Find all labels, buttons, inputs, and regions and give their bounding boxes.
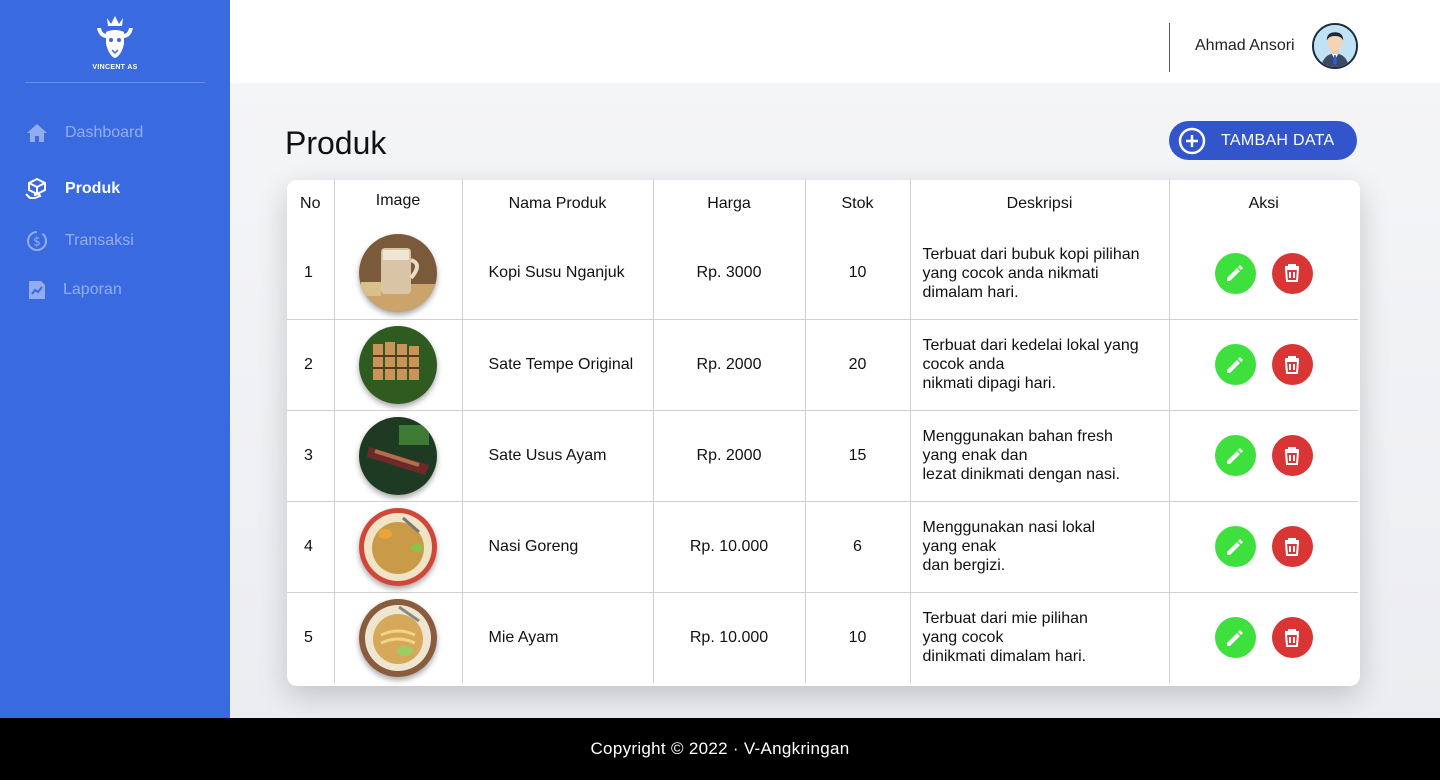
row-no: 2 [287,318,335,410]
row-nama: Sate Usus Ayam [462,409,654,501]
row-stok: 10 [805,591,911,683]
product-image [359,325,437,404]
brand-name: VINCENT AS [92,63,138,71]
copyright-text: Copyright © 2022 · V-Angkringan [590,739,850,758]
brand-logo[interactable]: VINCENT AS [25,0,205,83]
col-header-deskripsi: Deskripsi [910,180,1170,228]
row-stok: 20 [805,318,911,410]
row-deskripsi: Terbuat dari bubuk kopi pilihan yang coc… [910,228,1170,319]
delete-button[interactable] [1271,526,1313,567]
pencil-icon [1227,629,1244,646]
col-header-aksi: Aksi [1169,180,1358,228]
row-stok: 6 [805,500,911,592]
product-table: No Image Nama Produk Harga Stok Deskrips… [287,180,1358,683]
product-image [359,416,437,495]
avatar[interactable] [1312,23,1358,69]
row-no: 5 [287,591,335,683]
table-row: 5 Mie Ayam Rp. 10.000 10 Terbuat dari mi… [287,591,1358,683]
delete-button[interactable] [1271,617,1313,659]
edit-button[interactable] [1214,252,1256,294]
top-header: Ahmad Ansori [230,0,1440,83]
sidebar-item-label: Dashboard [65,124,144,141]
table-row: 1 Kopi Susu Nganjuk Rp. 3000 10 Terbuat … [287,228,1358,319]
bull-crown-icon [97,15,133,58]
table-row: 2 Sate Tempe Original Rp. 2000 20 Terbua… [287,318,1358,410]
col-header-image: Image [334,180,463,228]
sidebar-item-laporan[interactable]: Laporan [25,275,122,305]
trash-icon [1285,264,1300,283]
row-no: 4 [287,500,335,592]
sidebar: VINCENT AS Dashboard Produk $ Transaksi [0,0,230,718]
main-content: Produk TAMBAH DATA No Image Nama Produk … [230,83,1440,718]
trash-icon [1285,537,1300,556]
plus-circle-icon [1178,127,1206,154]
row-harga: Rp. 3000 [653,228,806,319]
trash-icon [1285,628,1300,647]
trash-icon [1285,355,1300,374]
delete-button[interactable] [1271,344,1313,385]
pencil-icon [1227,356,1244,373]
box-hand-icon [25,177,49,201]
row-deskripsi: Menggunakan nasi lokal yang enak dan ber… [910,500,1170,592]
pencil-icon [1227,538,1244,555]
product-table-card: No Image Nama Produk Harga Stok Deskrips… [287,180,1360,686]
sidebar-item-label: Transaksi [65,232,134,249]
row-nama: Nasi Goreng [462,500,654,592]
edit-button[interactable] [1214,617,1256,659]
row-deskripsi: Terbuat dari mie pilihan yang cocok dini… [910,591,1170,683]
col-header-nama: Nama Produk [462,180,654,228]
row-nama: Sate Tempe Original [462,318,654,410]
row-no: 3 [287,409,335,501]
report-icon [25,278,49,302]
pencil-icon [1227,447,1244,464]
row-nama: Mie Ayam [462,591,654,683]
col-header-stok: Stok [805,180,911,228]
user-name[interactable]: Ahmad Ansori [1195,37,1295,55]
sidebar-item-label: Laporan [63,281,122,298]
header-divider [1169,23,1170,72]
page-title: Produk [285,125,387,161]
row-stok: 10 [805,228,911,319]
edit-button[interactable] [1214,435,1256,476]
edit-button[interactable] [1214,344,1256,385]
product-image [359,507,437,586]
col-header-no: No [287,180,335,228]
row-harga: Rp. 2000 [653,318,806,410]
row-deskripsi: Terbuat dari kedelai lokal yang cocok an… [910,318,1170,410]
footer: Copyright © 2022 · V-Angkringan [0,718,1440,780]
row-no: 1 [287,228,335,319]
row-stok: 15 [805,409,911,501]
sidebar-item-label: Produk [65,180,121,197]
delete-button[interactable] [1271,435,1313,476]
add-data-label: TAMBAH DATA [1221,131,1335,149]
product-image [359,234,437,313]
add-data-button[interactable]: TAMBAH DATA [1169,121,1357,160]
row-nama: Kopi Susu Nganjuk [462,228,654,319]
row-deskripsi: Menggunakan bahan fresh yang enak dan le… [910,409,1170,501]
row-harga: Rp. 10.000 [653,500,806,592]
sidebar-item-dashboard[interactable]: Dashboard [25,118,143,148]
row-harga: Rp. 2000 [653,409,806,501]
svg-text:$: $ [33,235,41,249]
product-image [359,598,437,677]
table-header-row: No Image Nama Produk Harga Stok Deskrips… [287,180,1358,228]
delete-button[interactable] [1271,252,1313,294]
pencil-icon [1227,265,1244,282]
row-harga: Rp. 10.000 [653,591,806,683]
dollar-icon: $ [25,229,49,253]
table-row: 4 Nasi Goreng Rp. 10.000 6 Menggunakan n… [287,500,1358,592]
trash-icon [1285,446,1300,465]
table-row: 3 Sate Usus Ayam Rp. 2000 15 Menggunakan… [287,409,1358,501]
col-header-harga: Harga [653,180,806,228]
sidebar-item-produk[interactable]: Produk [25,174,120,204]
home-icon [25,121,49,145]
sidebar-item-transaksi[interactable]: $ Transaksi [25,226,134,256]
edit-button[interactable] [1214,526,1256,567]
